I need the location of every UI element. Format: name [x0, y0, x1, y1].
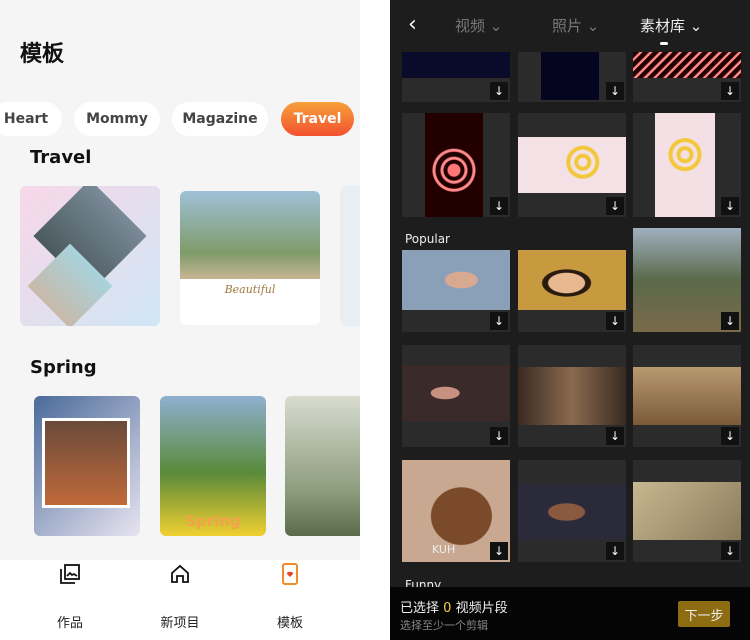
chevron-down-icon: ⌄ — [689, 17, 703, 35]
template-card-travel-3[interactable] — [340, 186, 360, 326]
download-icon[interactable]: ↓ — [721, 427, 739, 445]
selection-status: 已选择 0 视频片段 — [400, 597, 508, 616]
bottom-tab-bar: 作品 新项目 模板 — [0, 560, 360, 640]
page-title: 模板 — [20, 42, 65, 67]
media-tile[interactable]: ↓ — [633, 460, 741, 562]
active-tab-indicator — [660, 42, 668, 45]
tab-label: 素材库 — [640, 17, 686, 35]
template-card-spring-3[interactable] — [285, 396, 360, 536]
tab-label: 新项目 — [160, 616, 200, 631]
templates-screen: 模板 Heart Mommy Magazine Travel Travel Be… — [0, 0, 360, 640]
media-tile[interactable]: ↓ — [518, 460, 626, 562]
chevron-down-icon: ⌄ — [586, 17, 600, 35]
selected-count: 0 — [443, 601, 452, 616]
download-icon[interactable]: ↓ — [606, 312, 624, 330]
template-card-travel-1[interactable] — [20, 186, 160, 326]
download-icon[interactable]: ↓ — [490, 542, 508, 560]
download-icon[interactable]: ↓ — [490, 82, 508, 100]
download-icon[interactable]: ↓ — [606, 427, 624, 445]
category-chips: Heart Mommy Magazine Travel — [0, 102, 360, 136]
card-caption: Spring — [185, 512, 241, 530]
media-tile[interactable]: ↓ — [633, 113, 741, 217]
tab-templates[interactable]: 模板 — [250, 560, 330, 640]
media-tile[interactable]: ↓ — [633, 52, 741, 102]
tab-works[interactable]: 作品 — [30, 560, 110, 640]
download-icon[interactable]: ↓ — [606, 82, 624, 100]
download-icon[interactable]: ↓ — [490, 312, 508, 330]
download-icon[interactable]: ↓ — [606, 542, 624, 560]
selected-suffix: 视频片段 — [455, 601, 508, 616]
chevron-down-icon: ⌄ — [489, 17, 503, 35]
section-title-travel: Travel — [30, 147, 92, 168]
download-icon[interactable]: ↓ — [721, 82, 739, 100]
next-button[interactable]: 下一步 — [678, 601, 730, 627]
gallery-icon — [60, 564, 80, 584]
download-icon[interactable]: ↓ — [721, 542, 739, 560]
chip-heart[interactable]: Heart — [0, 102, 62, 136]
download-icon[interactable]: ↓ — [721, 197, 739, 215]
tile-caption: KUH — [432, 543, 456, 556]
tab-photo[interactable]: 照片 ⌄ — [552, 15, 599, 36]
media-tile[interactable]: ↓ — [402, 113, 510, 217]
download-icon[interactable]: ↓ — [721, 312, 739, 330]
section-title-popular: Popular — [405, 232, 450, 246]
download-icon[interactable]: ↓ — [606, 197, 624, 215]
chip-magazine[interactable]: Magazine — [172, 102, 268, 136]
download-icon[interactable]: ↓ — [490, 197, 508, 215]
template-card-travel-2[interactable]: Beautiful — [180, 191, 320, 325]
chip-mommy[interactable]: Mommy — [74, 102, 160, 136]
selection-hint: 选择至少一个剪辑 — [400, 619, 488, 632]
section-title-spring: Spring — [30, 357, 97, 378]
media-picker-screen: ‹ 视频 ⌄ 照片 ⌄ 素材库 ⌄ ↓ ↓ ↓ ↓ ↓ ↓ Popular ↓ … — [390, 0, 750, 640]
media-tile[interactable]: ↓ — [402, 250, 510, 332]
media-tile[interactable]: ↓ — [518, 250, 626, 332]
media-tile[interactable]: ↓ — [518, 52, 626, 102]
template-card-spring-2[interactable]: Spring — [160, 396, 266, 536]
media-tile[interactable]: ↓ — [518, 113, 626, 217]
selected-prefix: 已选择 — [400, 601, 440, 616]
media-tile[interactable]: ↓ — [633, 345, 741, 447]
tab-video[interactable]: 视频 ⌄ — [455, 15, 502, 36]
selection-bar: 已选择 0 视频片段 选择至少一个剪辑 下一步 — [390, 587, 750, 640]
media-tile[interactable]: KUH ↓ — [402, 460, 510, 562]
media-tile[interactable]: ↓ — [633, 228, 741, 332]
template-card-spring-1[interactable] — [34, 396, 140, 536]
download-icon[interactable]: ↓ — [490, 427, 508, 445]
tab-label: 视频 — [455, 17, 486, 35]
tab-label: 照片 — [552, 17, 583, 35]
media-tile[interactable]: ↓ — [402, 52, 510, 102]
chip-travel[interactable]: Travel — [281, 102, 354, 136]
tab-new-project[interactable]: 新项目 — [140, 560, 220, 640]
media-tile[interactable]: ↓ — [402, 345, 510, 447]
template-heart-icon — [282, 563, 298, 585]
tab-label: 作品 — [56, 616, 83, 631]
header: ‹ 视频 ⌄ 照片 ⌄ 素材库 ⌄ — [390, 0, 750, 52]
back-icon[interactable]: ‹ — [408, 12, 417, 37]
tab-library[interactable]: 素材库 ⌄ — [640, 15, 702, 36]
card-caption: Beautiful — [224, 283, 276, 296]
media-tile[interactable]: ↓ — [518, 345, 626, 447]
home-icon — [171, 564, 189, 583]
tab-label: 模板 — [276, 616, 303, 631]
